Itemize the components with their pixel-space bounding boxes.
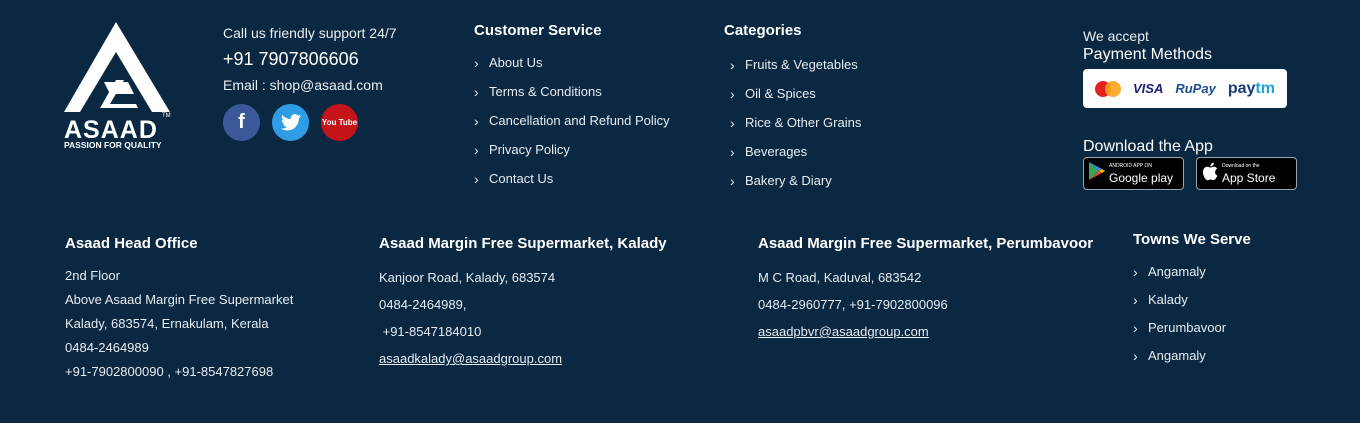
logo-tagline: PASSION FOR QUALITY	[64, 140, 162, 150]
office-line: 2nd Floor	[65, 268, 120, 283]
logo-mark-icon	[64, 22, 170, 112]
office-phone: +91-7902800090 , +91-8547827698	[65, 364, 274, 379]
office-head: Asaad Head Office 2nd Floor Above Asaad …	[65, 235, 293, 384]
office-title: Asaad Margin Free Supermarket, Perumbavo…	[758, 235, 1094, 252]
office-email-link[interactable]: asaadpbvr@asaadgroup.com	[758, 324, 929, 339]
office-kalady: Asaad Margin Free Supermarket, Kalady Ka…	[379, 235, 667, 372]
google-play-badge[interactable]: ANDROID APP ON Google play	[1083, 157, 1184, 190]
town-label[interactable]: Angamaly	[1148, 348, 1206, 363]
office-email-link[interactable]: asaadkalady@asaadgroup.com	[379, 351, 562, 366]
chevron-right-icon: ›	[474, 55, 479, 71]
rupay-icon: RuPay	[1175, 81, 1216, 96]
trademark-mark: TM	[162, 113, 171, 119]
link-label[interactable]: Cancellation and Refund Policy	[489, 113, 670, 128]
link-label[interactable]: Privacy Policy	[489, 142, 570, 157]
support-phone[interactable]: +91 7907806606	[223, 48, 397, 70]
category-links: › Fruits & Vegetables › Oil & Spices › Rice…	[730, 56, 861, 201]
link-label[interactable]: Rice & Other Grains	[745, 115, 861, 130]
contact-block: Call us friendly support 24/7 +91 790780…	[223, 24, 397, 141]
chevron-right-icon: ›	[1133, 348, 1138, 364]
visa-icon: VISA	[1133, 81, 1164, 96]
office-perumbavoor: Asaad Margin Free Supermarket, Perumbavo…	[758, 235, 1093, 345]
category-oil-spices[interactable]: › Oil & Spices	[730, 85, 861, 114]
link-refund-policy[interactable]: › Cancellation and Refund Policy	[474, 112, 670, 141]
office-phone: +91-8547184010	[379, 324, 482, 339]
app-store-badge[interactable]: Download on the App Store	[1196, 157, 1297, 190]
office-phone: 0484-2960777, +91-7902800096	[758, 297, 948, 312]
paytm-icon: paytm	[1227, 79, 1275, 97]
payment-block: We accept Payment Methods VISA RuPay pay…	[1083, 27, 1287, 108]
office-title: Asaad Head Office	[65, 235, 198, 252]
office-line: Kanjoor Road, Kalady, 683574	[379, 270, 556, 285]
office-phone: 0484-2464989,	[379, 297, 467, 312]
chevron-right-icon: ›	[1133, 320, 1138, 336]
link-label[interactable]: Bakery & Diary	[745, 173, 832, 188]
support-text: Call us friendly support 24/7	[223, 25, 397, 41]
download-app-title: Download the App	[1083, 138, 1213, 155]
town-item[interactable]: › Angamaly	[1133, 264, 1226, 292]
town-item[interactable]: › Kalady	[1133, 292, 1226, 320]
customer-service-links: › About Us › Terms & Conditions › Cancellat…	[474, 54, 670, 199]
app-download-block: Download the App ANDROID APP ON Google p…	[1083, 137, 1297, 190]
category-bakery-diary[interactable]: › Bakery & Diary	[730, 172, 861, 201]
link-contact-us[interactable]: › Contact Us	[474, 170, 670, 199]
category-beverages[interactable]: › Beverages	[730, 143, 861, 172]
link-label[interactable]: Oil & Spices	[745, 86, 816, 101]
payment-methods-title: Payment Methods	[1083, 46, 1212, 63]
office-phone: 0484-2464989	[65, 340, 149, 355]
chevron-right-icon: ›	[730, 115, 735, 131]
town-label[interactable]: Kalady	[1148, 292, 1188, 307]
link-label[interactable]: Fruits & Vegetables	[745, 57, 858, 72]
town-item[interactable]: › Perumbavoor	[1133, 320, 1226, 348]
office-line: Above Asaad Margin Free Supermarket	[65, 292, 294, 307]
payment-logos: VISA RuPay paytm	[1083, 69, 1287, 108]
towns-title: Towns We Serve	[1133, 231, 1251, 248]
google-play-small: ANDROID APP ON	[1109, 163, 1152, 169]
chevron-right-icon: ›	[1133, 264, 1138, 280]
chevron-right-icon: ›	[730, 144, 735, 160]
category-fruits-vegetables[interactable]: › Fruits & Vegetables	[730, 56, 861, 85]
app-store-label: App Store	[1222, 171, 1276, 185]
mastercard-icon	[1095, 80, 1121, 97]
town-label[interactable]: Perumbavoor	[1148, 320, 1226, 335]
category-rice-grains[interactable]: › Rice & Other Grains	[730, 114, 861, 143]
link-label[interactable]: Terms & Conditions	[489, 84, 602, 99]
chevron-right-icon: ›	[474, 113, 479, 129]
social-links: f You Tube	[223, 104, 397, 141]
chevron-right-icon: ›	[730, 57, 735, 73]
office-title: Asaad Margin Free Supermarket, Kalady	[379, 235, 667, 252]
towns-list: › Angamaly › Kalady › Perumbavoor › Angamaly	[1133, 264, 1226, 376]
chevron-right-icon: ›	[730, 86, 735, 102]
link-label[interactable]: Beverages	[745, 144, 807, 159]
categories-title: Categories	[724, 22, 802, 39]
town-item[interactable]: › Angamaly	[1133, 348, 1226, 376]
link-privacy-policy[interactable]: › Privacy Policy	[474, 141, 670, 170]
chevron-right-icon: ›	[474, 142, 479, 158]
chevron-right-icon: ›	[474, 84, 479, 100]
google-play-icon	[1089, 162, 1105, 185]
youtube-icon[interactable]: You Tube	[321, 104, 358, 141]
apple-icon	[1202, 162, 1218, 186]
google-play-label: Google play	[1109, 171, 1174, 185]
app-store-small: Download on the	[1222, 163, 1260, 169]
we-accept-label: We accept	[1083, 28, 1149, 44]
office-line: M C Road, Kaduval, 683542	[758, 270, 922, 285]
link-about-us[interactable]: › About Us	[474, 54, 670, 83]
customer-service-title: Customer Service	[474, 22, 602, 39]
office-line: Kalady, 683574, Ernakulam, Kerala	[65, 316, 269, 331]
link-label[interactable]: About Us	[489, 55, 542, 70]
link-label[interactable]: Contact Us	[489, 171, 553, 186]
facebook-icon[interactable]: f	[223, 104, 260, 141]
chevron-right-icon: ›	[1133, 292, 1138, 308]
store-badges: ANDROID APP ON Google play Download on t…	[1083, 157, 1297, 190]
brand-logo[interactable]: ASAAD TM PASSION FOR QUALITY	[64, 20, 171, 152]
town-label[interactable]: Angamaly	[1148, 264, 1206, 279]
chevron-right-icon: ›	[730, 173, 735, 189]
twitter-icon[interactable]	[272, 104, 309, 141]
support-email[interactable]: Email : shop@asaad.com	[223, 76, 397, 94]
link-terms[interactable]: › Terms & Conditions	[474, 83, 670, 112]
chevron-right-icon: ›	[474, 171, 479, 187]
